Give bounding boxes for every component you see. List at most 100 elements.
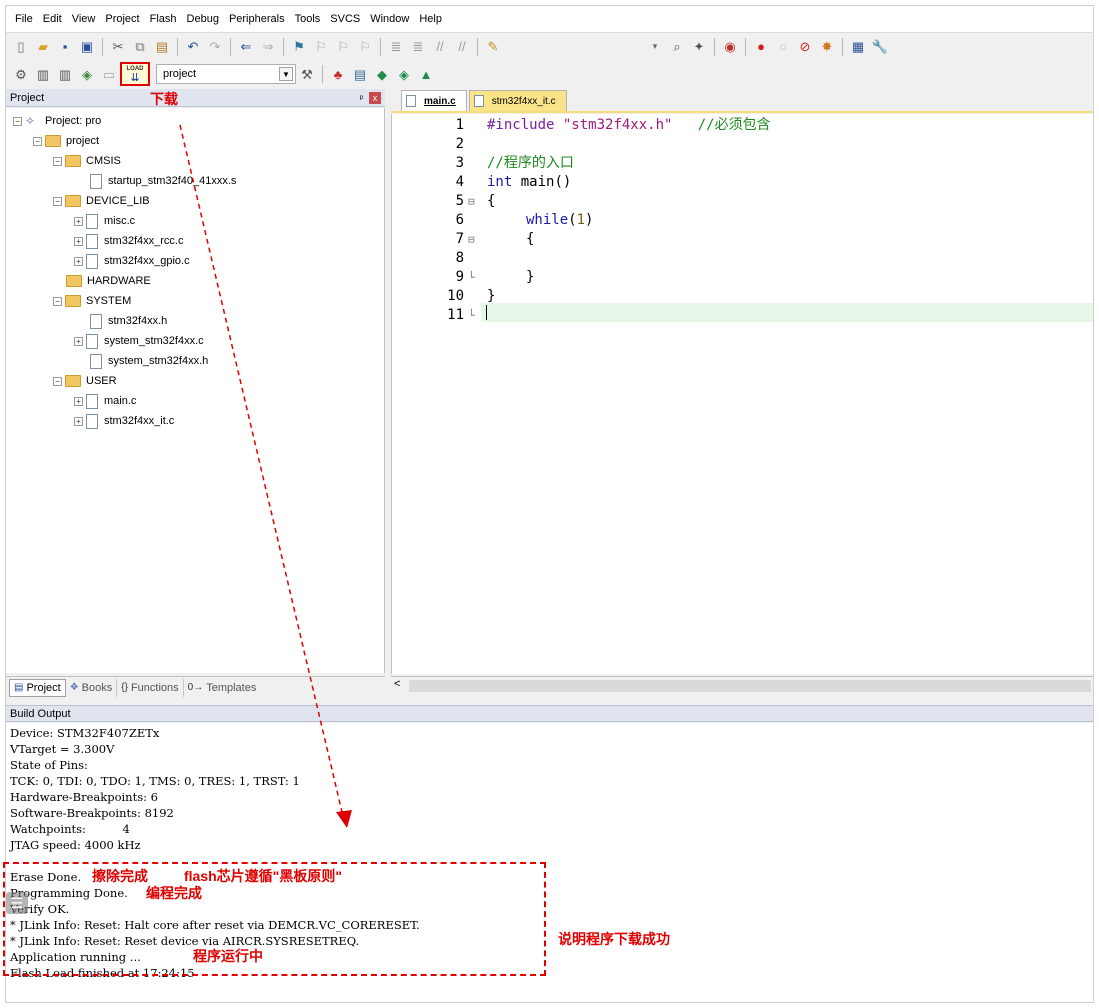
output-line: Hardware-Breakpoints: 6	[10, 790, 158, 804]
tree-file[interactable]: + system_stm32f4xx.c	[74, 331, 204, 351]
code-line-3: //程序的入口	[487, 154, 574, 173]
tree-file[interactable]: + stm32f4xx_gpio.c	[74, 251, 190, 271]
expand-icon[interactable]: +	[74, 256, 83, 266]
menu-view[interactable]: View	[67, 13, 101, 25]
next-bookmark-icon[interactable]: ⚐	[333, 37, 353, 57]
tree-folder-user[interactable]: − USER	[53, 371, 117, 391]
expand-icon[interactable]: +	[74, 416, 83, 426]
new-file-icon[interactable]: ▯	[11, 37, 31, 57]
tree-file[interactable]: + main.c	[74, 391, 136, 411]
batch-build-icon[interactable]: ◈	[77, 64, 97, 84]
paste-icon[interactable]: ▤	[152, 37, 172, 57]
close-icon[interactable]: x	[369, 91, 381, 104]
tree-file[interactable]: startup_stm32f40_41xxx.s	[90, 171, 236, 191]
rebuild-icon[interactable]: ▥	[55, 64, 75, 84]
find-icon[interactable]: ⌕	[667, 37, 687, 57]
menu-peripherals[interactable]: Peripherals	[224, 13, 290, 25]
menu-edit[interactable]: Edit	[38, 13, 67, 25]
collapse-icon[interactable]: −	[33, 136, 42, 146]
tree-root[interactable]: − ✧ Project: pro	[13, 111, 101, 131]
open-folder-icon[interactable]: ▰	[33, 37, 53, 57]
find-in-files-icon[interactable]: ✎	[483, 37, 503, 57]
menu-project[interactable]: Project	[100, 13, 144, 25]
tab-main-c[interactable]: main.c	[401, 90, 467, 111]
uncomment-icon[interactable]: //	[452, 37, 472, 57]
save-icon[interactable]: ▪	[55, 37, 75, 57]
stop-build-icon[interactable]: ▭	[99, 64, 119, 84]
tree-folder-system[interactable]: − SYSTEM	[53, 291, 131, 311]
tab-templates[interactable]: 0→ Templates	[184, 679, 261, 697]
chevron-down-icon[interactable]: ▼	[279, 67, 293, 81]
tab-functions[interactable]: {} Functions	[117, 678, 184, 697]
tab-books[interactable]: ❖ Books	[66, 678, 118, 697]
manage-components-icon[interactable]: ♣	[328, 64, 348, 84]
unindent-icon[interactable]: ≣	[408, 37, 428, 57]
tree-folder-cmsis[interactable]: − CMSIS	[53, 151, 121, 171]
tree-file[interactable]: + stm32f4xx_it.c	[74, 411, 174, 431]
expand-icon[interactable]: +	[74, 336, 83, 346]
tree-file[interactable]: + misc.c	[74, 211, 135, 231]
fold-collapse-icon[interactable]: ⊟	[468, 192, 475, 211]
menu-svcs[interactable]: SVCS	[325, 13, 365, 25]
tree-file[interactable]: stm32f4xx.h	[90, 311, 167, 331]
collapse-icon[interactable]: −	[53, 376, 62, 386]
undo-icon[interactable]: ↶	[183, 37, 203, 57]
collapse-icon[interactable]: −	[53, 296, 62, 306]
target-options-icon[interactable]: ⚒	[297, 64, 317, 84]
window-layout-icon[interactable]: ▦	[848, 37, 868, 57]
pin-icon[interactable]: ᵖ	[360, 93, 363, 103]
breakpoint-icon[interactable]: ●	[751, 37, 771, 57]
bookmark-icon[interactable]: ⚑	[289, 37, 309, 57]
menu-tools[interactable]: Tools	[290, 13, 326, 25]
comment-icon[interactable]: //	[430, 37, 450, 57]
menu-window[interactable]: Window	[365, 13, 414, 25]
menu-debug[interactable]: Debug	[182, 13, 224, 25]
tab-project[interactable]: ▤ Project	[9, 678, 66, 697]
tree-file[interactable]: system_stm32f4xx.h	[90, 351, 208, 371]
build-icon[interactable]: ▥	[33, 64, 53, 84]
expand-icon[interactable]: +	[74, 236, 83, 246]
collapse-icon[interactable]: −	[13, 116, 22, 126]
collapse-icon[interactable]: −	[53, 196, 62, 206]
target-select[interactable]: project ▼	[156, 64, 296, 84]
expand-icon[interactable]: +	[74, 396, 83, 406]
manage-items-icon[interactable]: ▤	[350, 64, 370, 84]
menu-file[interactable]: File	[10, 13, 38, 25]
menu-flash[interactable]: Flash	[145, 13, 182, 25]
nav-back-icon[interactable]: ⇐	[236, 37, 256, 57]
download-load-button[interactable]: LOAD ⇊	[120, 62, 150, 86]
redo-icon[interactable]: ↷	[205, 37, 225, 57]
run-time-env-icon[interactable]: ▲	[416, 64, 436, 84]
save-all-icon[interactable]: ▣	[77, 37, 97, 57]
tree-group-project[interactable]: − project	[33, 131, 99, 151]
tab-stm32f4xx-it-c[interactable]: stm32f4xx_it.c	[468, 90, 567, 111]
nav-forward-icon[interactable]: ⇒	[258, 37, 278, 57]
translate-icon[interactable]: ⚙	[11, 64, 31, 84]
incremental-find-icon[interactable]: ✦	[689, 37, 709, 57]
expand-icon[interactable]: +	[74, 216, 83, 226]
indent-icon[interactable]: ≣	[386, 37, 406, 57]
pack-installer-icon[interactable]: ◈	[394, 64, 414, 84]
list-menu-icon[interactable]: ☰	[6, 892, 28, 914]
disable-all-breakpoints-icon[interactable]: ⊘	[795, 37, 815, 57]
debug-session-icon[interactable]: ◉	[720, 37, 740, 57]
disable-breakpoint-icon[interactable]: ○	[773, 37, 793, 57]
copy-icon[interactable]: ⧉	[130, 37, 150, 57]
find-dropdown-icon[interactable]: ▾	[645, 37, 665, 57]
scroll-left-icon[interactable]: <	[394, 678, 400, 690]
cut-icon[interactable]: ✂	[108, 37, 128, 57]
clear-bookmarks-icon[interactable]: ⚐	[355, 37, 375, 57]
collapse-icon[interactable]: −	[53, 156, 62, 166]
kill-all-breakpoints-icon[interactable]: ✸	[817, 37, 837, 57]
scrollbar-track[interactable]	[409, 680, 1091, 692]
tree-folder-hardware[interactable]: HARDWARE	[66, 271, 151, 291]
tree-file[interactable]: + stm32f4xx_rcc.c	[74, 231, 183, 251]
menu-help[interactable]: Help	[414, 13, 447, 25]
fold-collapse-icon[interactable]: ⊟	[468, 230, 475, 249]
code-editor[interactable]: #include "stm32f4xx.h" //必须包含 //程序的入口 in…	[481, 114, 1093, 674]
select-packs-icon[interactable]: ◆	[372, 64, 392, 84]
tree-folder-device-lib[interactable]: − DEVICE_LIB	[53, 191, 150, 211]
prev-bookmark-icon[interactable]: ⚐	[311, 37, 331, 57]
editor-horizontal-scrollbar[interactable]: <	[391, 676, 1093, 694]
configure-icon[interactable]: 🔧	[870, 37, 890, 57]
